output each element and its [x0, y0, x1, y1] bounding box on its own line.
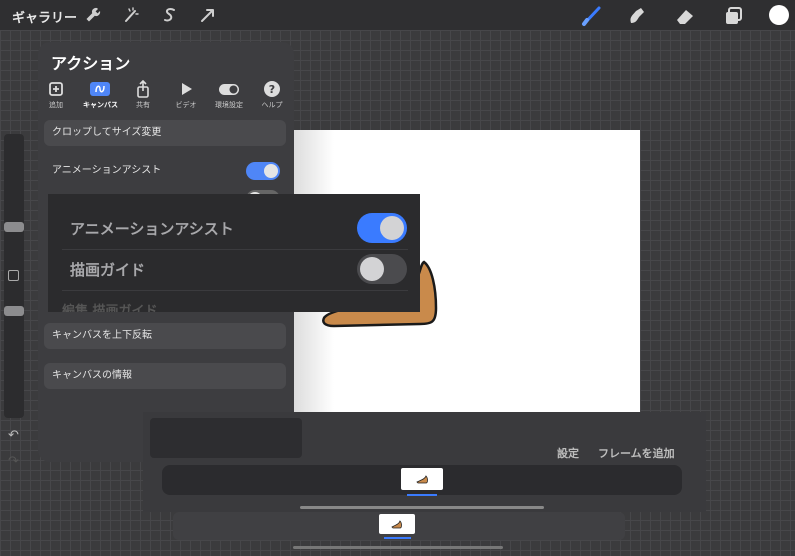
frame-selected-indicator-ghost	[384, 537, 411, 539]
brush-icon[interactable]	[581, 5, 603, 27]
add-icon	[49, 82, 63, 96]
share-icon	[137, 80, 149, 98]
tab-video[interactable]: ビデオ	[169, 80, 203, 110]
canvas-info-row[interactable]: キャンバスの情報	[44, 363, 286, 389]
canvas-icon	[90, 82, 110, 96]
animation-assist-toggle[interactable]	[246, 162, 280, 180]
row-label: クロップしてサイズ変更	[52, 127, 162, 138]
tab-canvas[interactable]: キャンバス	[83, 80, 118, 110]
play-icon	[182, 83, 192, 95]
redo-icon[interactable]: ↷	[8, 454, 19, 469]
home-indicator-ghost	[293, 546, 503, 549]
tab-label: 共有	[136, 101, 150, 109]
magic-wand-icon[interactable]	[121, 5, 141, 25]
crop-resize-row[interactable]: クロップしてサイズ変更	[44, 120, 286, 146]
frame-thumb-shape	[416, 475, 428, 484]
transform-arrow-icon[interactable]	[198, 5, 218, 25]
timeline-settings-button[interactable]: 設定	[557, 445, 579, 461]
frame-thumbnail[interactable]	[401, 468, 443, 490]
smudge-icon[interactable]	[625, 5, 647, 27]
tab-preferences[interactable]: 環境設定	[212, 80, 246, 110]
color-picker[interactable]	[769, 5, 789, 25]
row-label: キャンバスを上下反転	[52, 330, 152, 341]
frame-selected-indicator	[407, 494, 437, 496]
modify-button[interactable]	[8, 270, 19, 281]
divider	[62, 249, 408, 250]
toggle-icon	[219, 84, 239, 95]
gallery-button[interactable]: ギャラリー	[12, 7, 77, 26]
opacity-slider-handle[interactable]	[4, 306, 24, 316]
wrench-icon[interactable]	[83, 5, 103, 25]
divider	[62, 290, 408, 291]
zoom-cut-off-label: 編集 描画ガイド	[62, 304, 158, 312]
svg-text:?: ?	[269, 83, 275, 96]
row-label: アニメーションアシスト	[52, 165, 162, 176]
zoom-drawing-guide-label: 描画ガイド	[70, 261, 146, 279]
layers-icon[interactable]	[722, 5, 744, 27]
zoom-callout	[48, 194, 420, 312]
flip-canvas-vertical-row[interactable]: キャンバスを上下反転	[44, 323, 286, 349]
tab-label: ヘルプ	[261, 101, 283, 109]
add-frame-button[interactable]: フレームを追加	[598, 445, 675, 461]
zoom-animation-assist-label: アニメーションアシスト	[70, 220, 234, 238]
tab-label: キャンバス	[83, 101, 118, 109]
help-icon: ?	[264, 81, 280, 97]
tab-help[interactable]: ? ヘルプ	[255, 80, 289, 110]
tab-label: 追加	[49, 101, 63, 109]
tab-share[interactable]: 共有	[126, 80, 160, 110]
frame-thumbnail-ghost	[379, 514, 415, 534]
brush-size-slider-handle[interactable]	[4, 222, 24, 232]
frame-thumb-shape	[391, 520, 402, 529]
row-label: キャンバスの情報	[52, 370, 132, 381]
timeline-panel-edge	[150, 418, 302, 458]
tab-label: ビデオ	[175, 101, 197, 109]
selection-s-icon[interactable]	[160, 5, 180, 25]
eraser-icon[interactable]	[674, 5, 696, 27]
undo-icon[interactable]: ↶	[8, 428, 19, 443]
home-indicator	[300, 506, 544, 509]
tab-label: 環境設定	[215, 101, 243, 109]
zoom-drawing-guide-toggle[interactable]	[357, 254, 407, 284]
zoom-animation-assist-toggle[interactable]	[357, 213, 407, 243]
tab-add[interactable]: 追加	[39, 80, 73, 110]
panel-title: アクション	[51, 54, 131, 73]
